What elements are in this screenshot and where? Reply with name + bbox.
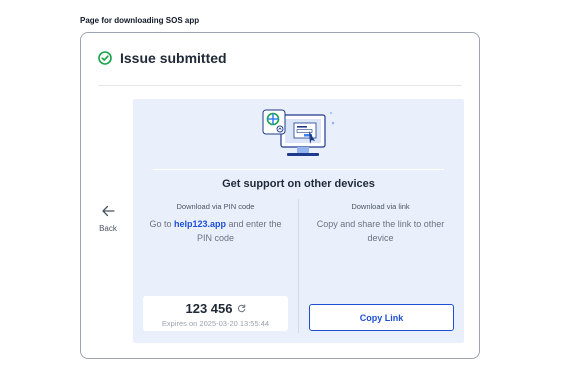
panel-title: Get support on other devices <box>222 178 375 190</box>
pin-section-text: Go to help123.app and enter the PIN code <box>138 217 293 245</box>
column-divider <box>298 199 299 333</box>
pin-section: Download via PIN code Go to help123.app … <box>138 202 293 245</box>
back-button[interactable]: Back <box>95 205 121 233</box>
page-caption: Page for downloading SOS app <box>80 16 200 25</box>
pin-box: 123 456 Expires on 2025-03-20 13:55:44 <box>143 296 288 331</box>
link-section: Download via link Copy and share the lin… <box>303 202 458 245</box>
panel-divider <box>153 169 444 170</box>
pin-text-before: Go to <box>149 219 174 229</box>
pin-code: 123 456 <box>185 301 233 316</box>
page-title: Issue submitted <box>120 50 227 66</box>
back-label: Back <box>99 224 117 233</box>
help-link[interactable]: help123.app <box>174 219 226 229</box>
copy-link-button[interactable]: Copy Link <box>309 304 454 331</box>
support-panel: Get support on other devices Download vi… <box>133 99 464 343</box>
issue-submitted-card: Issue submitted Back Get support on othe… <box>80 32 480 359</box>
link-section-text: Copy and share the link to other device <box>316 219 445 243</box>
refresh-icon[interactable] <box>237 304 246 313</box>
arrow-left-icon <box>102 205 115 217</box>
devices-illustration-icon <box>262 109 335 156</box>
check-circle-icon <box>98 51 112 65</box>
pin-expiry: Expires on 2025-03-20 13:55:44 <box>161 319 270 328</box>
header-divider <box>98 85 462 86</box>
link-section-heading: Download via link <box>351 202 410 211</box>
card-header: Issue submitted <box>98 50 227 66</box>
pin-section-heading: Download via PIN code <box>176 202 255 211</box>
pin-row: 123 456 <box>143 301 288 316</box>
